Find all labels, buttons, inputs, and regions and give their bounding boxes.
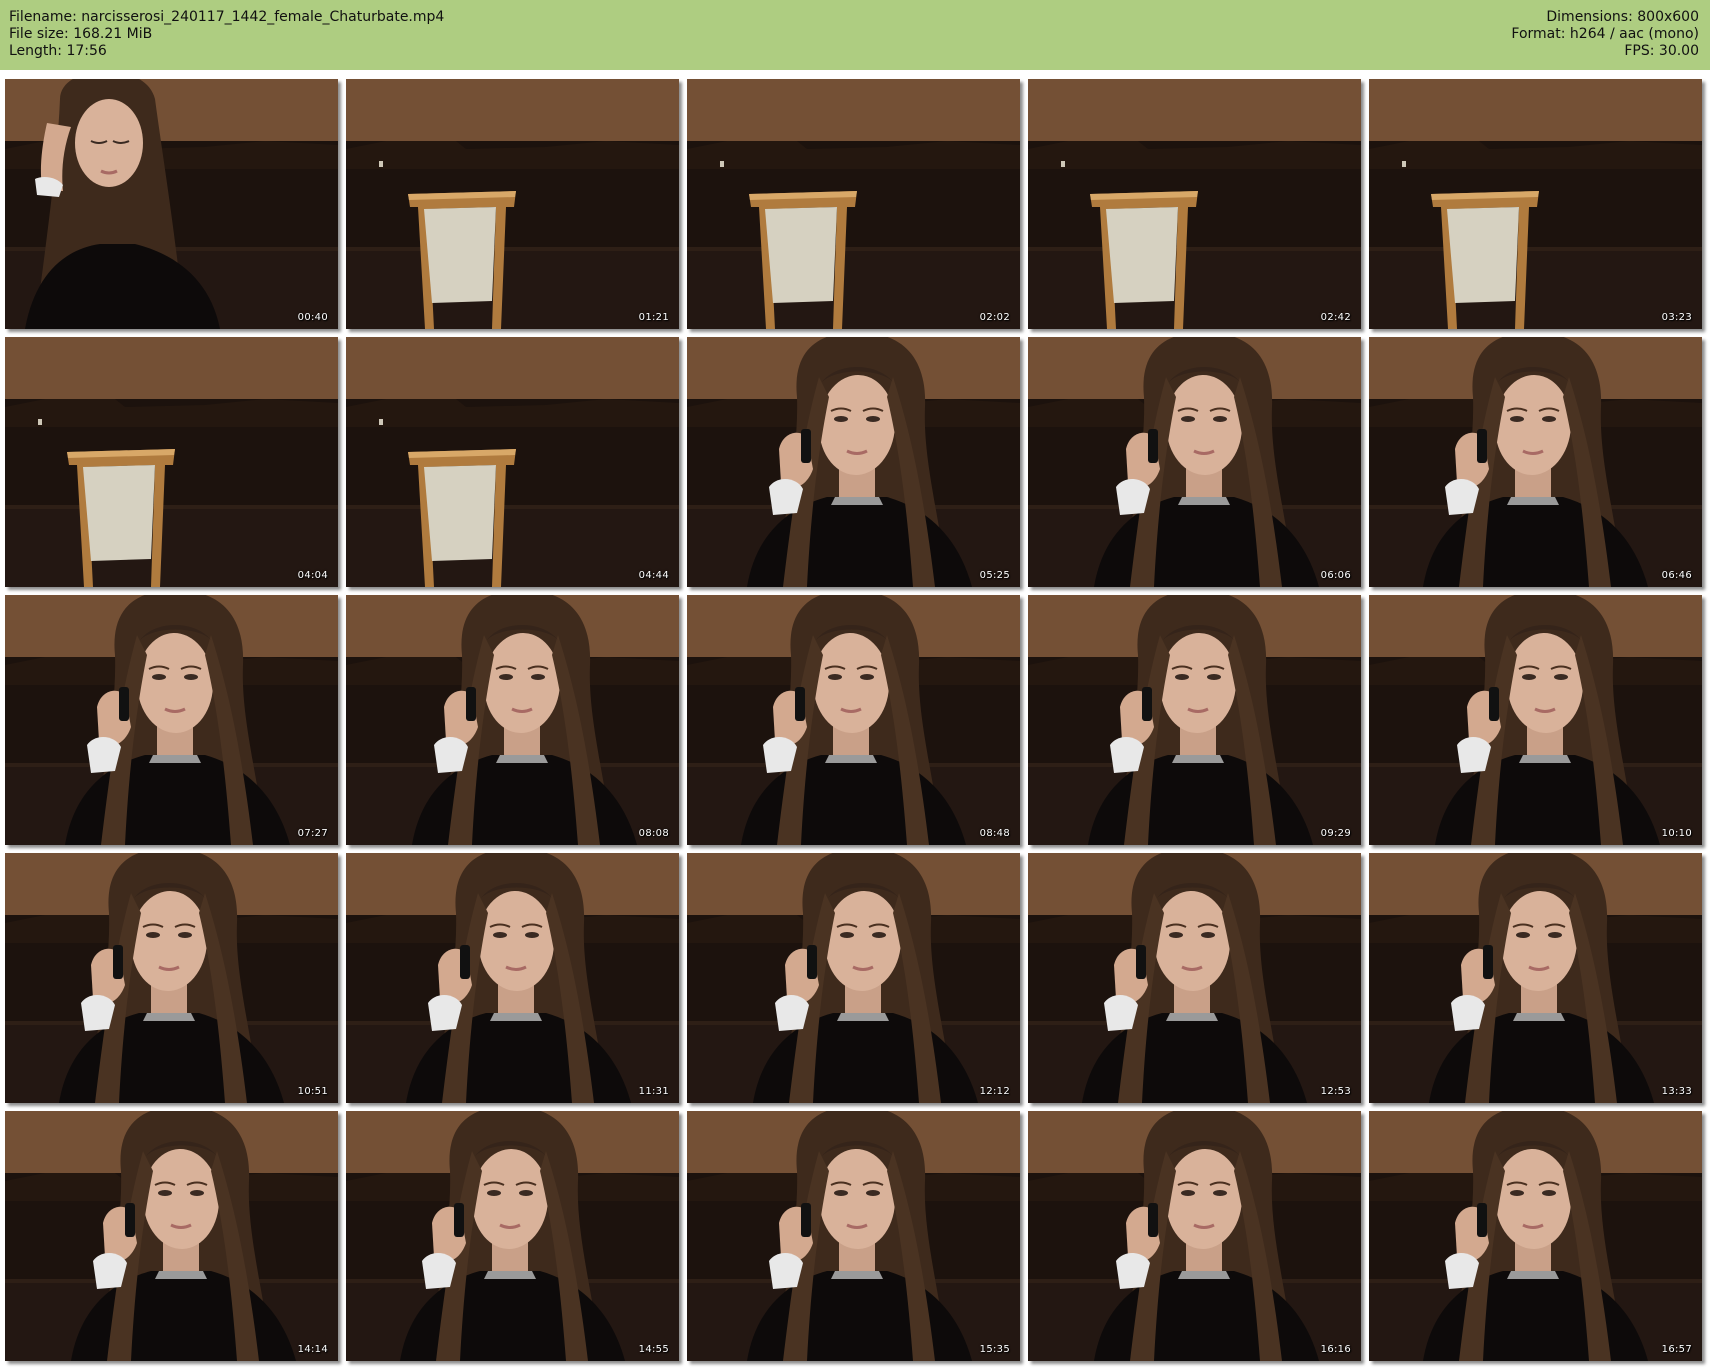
frame-image [346, 337, 679, 587]
video-thumbnail: 06:46 [1369, 337, 1702, 587]
timestamp-label: 08:08 [638, 828, 669, 839]
frame-image [5, 1111, 338, 1361]
video-thumbnail: 08:08 [346, 595, 679, 845]
video-thumbnail: 16:16 [1028, 1111, 1361, 1361]
frame-image [687, 853, 1020, 1103]
frame-image [1028, 337, 1361, 587]
timestamp-label: 11:31 [638, 1086, 669, 1097]
thumbnail-grid: 00:40 01:21 02:02 02:42 03:23 04:04 04:44 05:25… [5, 79, 1705, 1363]
timestamp-label: 12:12 [979, 1086, 1010, 1097]
timestamp-label: 04:44 [638, 570, 669, 581]
frame-image [1369, 595, 1702, 845]
fps-text: FPS: 30.00 [1624, 43, 1699, 59]
frame-image [1369, 1111, 1702, 1361]
frame-image [346, 1111, 679, 1361]
video-thumbnail: 03:23 [1369, 79, 1702, 329]
video-thumbnail: 06:06 [1028, 337, 1361, 587]
timestamp-label: 12:53 [1320, 1086, 1351, 1097]
video-thumbnail: 05:25 [687, 337, 1020, 587]
video-thumbnail: 13:33 [1369, 853, 1702, 1103]
format-text: Format: h264 / aac (mono) [1511, 26, 1699, 42]
timestamp-label: 09:29 [1320, 828, 1351, 839]
frame-image [5, 595, 338, 845]
timestamp-label: 02:02 [979, 312, 1010, 323]
frame-image [346, 853, 679, 1103]
timestamp-label: 10:51 [297, 1086, 328, 1097]
frame-image [1028, 79, 1361, 329]
file-info-left: Filename: narcisserosi_240117_1442_femal… [9, 9, 444, 60]
length-text: Length: 17:56 [9, 43, 107, 59]
frame-image [1369, 337, 1702, 587]
video-thumbnail: 09:29 [1028, 595, 1361, 845]
video-thumbnail: 16:57 [1369, 1111, 1702, 1361]
frame-image [1028, 1111, 1361, 1361]
frame-image [346, 79, 679, 329]
dimensions-text: Dimensions: 800x600 [1546, 9, 1699, 25]
timestamp-label: 08:48 [979, 828, 1010, 839]
timestamp-label: 10:10 [1661, 828, 1692, 839]
timestamp-label: 01:21 [638, 312, 669, 323]
filesize-text: File size: 168.21 MiB [9, 26, 153, 42]
video-thumbnail: 08:48 [687, 595, 1020, 845]
timestamp-label: 00:40 [297, 312, 328, 323]
video-thumbnail: 00:40 [5, 79, 338, 329]
video-thumbnail: 11:31 [346, 853, 679, 1103]
video-thumbnail: 10:10 [1369, 595, 1702, 845]
timestamp-label: 06:46 [1661, 570, 1692, 581]
frame-image [5, 337, 338, 587]
video-thumbnail: 02:42 [1028, 79, 1361, 329]
timestamp-label: 13:33 [1661, 1086, 1692, 1097]
timestamp-label: 14:14 [297, 1344, 328, 1355]
frame-image [1369, 79, 1702, 329]
frame-image [687, 79, 1020, 329]
frame-image [346, 595, 679, 845]
timestamp-label: 14:55 [638, 1344, 669, 1355]
frame-image [1369, 853, 1702, 1103]
timestamp-label: 06:06 [1320, 570, 1351, 581]
timestamp-label: 15:35 [979, 1344, 1010, 1355]
timestamp-label: 02:42 [1320, 312, 1351, 323]
video-thumbnail: 12:53 [1028, 853, 1361, 1103]
frame-image [5, 79, 338, 329]
frame-image [5, 853, 338, 1103]
filename-text: Filename: narcisserosi_240117_1442_femal… [9, 9, 445, 25]
video-thumbnail: 12:12 [687, 853, 1020, 1103]
video-thumbnail: 15:35 [687, 1111, 1020, 1361]
timestamp-label: 07:27 [297, 828, 328, 839]
video-thumbnail: 02:02 [687, 79, 1020, 329]
video-thumbnail: 01:21 [346, 79, 679, 329]
frame-image [687, 1111, 1020, 1361]
video-thumbnail: 10:51 [5, 853, 338, 1103]
video-thumbnail: 04:04 [5, 337, 338, 587]
info-header: Filename: narcisserosi_240117_1442_femal… [0, 0, 1710, 70]
video-thumbnail: 14:55 [346, 1111, 679, 1361]
video-thumbnail: 14:14 [5, 1111, 338, 1361]
video-thumbnail: 04:44 [346, 337, 679, 587]
timestamp-label: 04:04 [297, 570, 328, 581]
frame-image [1028, 595, 1361, 845]
timestamp-label: 16:57 [1661, 1344, 1692, 1355]
video-thumbnail: 07:27 [5, 595, 338, 845]
frame-image [1028, 853, 1361, 1103]
frame-image [687, 595, 1020, 845]
file-info-right: Dimensions: 800x600 Format: h264 / aac (… [1511, 9, 1699, 60]
timestamp-label: 16:16 [1320, 1344, 1351, 1355]
timestamp-label: 03:23 [1661, 312, 1692, 323]
frame-image [687, 337, 1020, 587]
timestamp-label: 05:25 [979, 570, 1010, 581]
